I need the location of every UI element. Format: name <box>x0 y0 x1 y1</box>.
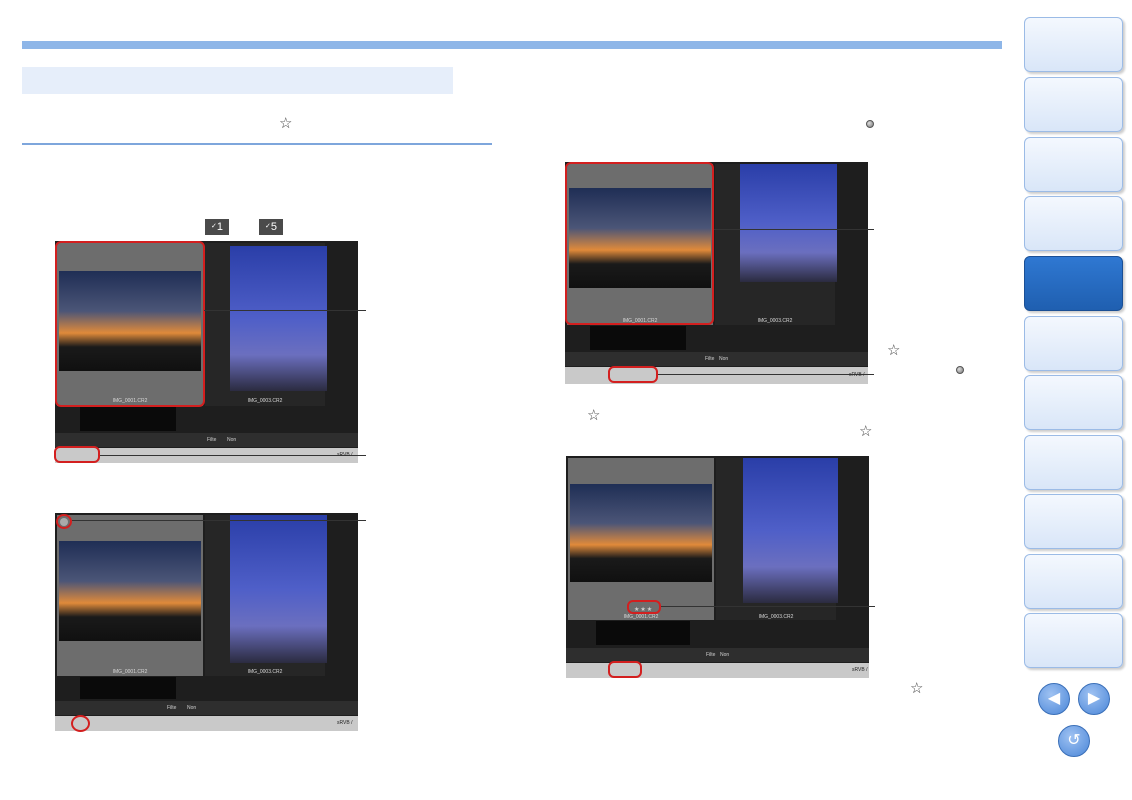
histogram <box>590 326 686 350</box>
toolbar-bottom: sRVB / <box>55 716 358 731</box>
nav-button[interactable] <box>1024 554 1123 609</box>
return-icon[interactable]: ↺ <box>1058 725 1090 757</box>
nav-button[interactable] <box>1024 494 1123 549</box>
leader-line <box>661 606 875 607</box>
file-name-label: IMG_0001.CR2 <box>623 614 659 620</box>
thumbnail-image-baobab <box>743 458 838 603</box>
leader-line <box>72 520 366 521</box>
arrow-right-icon[interactable]: ▶ <box>1078 683 1110 715</box>
section-title-box <box>22 67 453 94</box>
filter-value: Non <box>720 652 730 658</box>
filter-label: Filte <box>207 437 217 443</box>
nav-button[interactable] <box>1024 137 1123 192</box>
star-outline-icon: ☆ <box>910 680 924 697</box>
thumbnail[interactable]: IMG_0003.CR2 <box>716 458 838 620</box>
star-outline-icon: ☆ <box>859 423 873 440</box>
thumbnail[interactable]: IMG_0003.CR2 <box>715 164 837 325</box>
toolbar-top: Filte Non <box>565 352 868 366</box>
nav-button[interactable] <box>1024 77 1123 132</box>
key-badge-5: ✓5 <box>259 219 283 235</box>
color-space-label: sRVB / <box>852 667 868 673</box>
highlight-check-mark <box>56 514 72 529</box>
color-space-label: sRVB / <box>849 372 865 378</box>
leader-line <box>204 310 366 311</box>
nav-button[interactable] <box>1024 435 1123 490</box>
highlight-selected-thumbnail <box>55 241 205 407</box>
filter-value: Non <box>187 705 197 711</box>
filter-label: Filte <box>705 356 715 362</box>
section-rule <box>22 143 492 145</box>
rating-dot-icon <box>956 366 964 374</box>
key-badge-1: ✓1 <box>205 219 229 235</box>
nav-button[interactable] <box>1024 316 1123 371</box>
histogram <box>596 621 690 645</box>
thumbnail-selected[interactable]: IMG_0001.CR2 <box>57 515 203 676</box>
thumbnail-image-baobab <box>230 246 327 391</box>
arrow-left-icon[interactable]: ◀ <box>1038 683 1070 715</box>
histogram <box>80 677 176 699</box>
filter-value: Non <box>227 437 237 443</box>
thumbnail-image-baobab <box>740 164 837 282</box>
toolbar-top: Filte Non <box>55 433 358 447</box>
highlight-check-button <box>71 715 90 732</box>
highlight-rating-buttons <box>608 366 658 383</box>
nav-button[interactable] <box>1024 196 1123 251</box>
file-name-label: IMG_0003.CR2 <box>757 318 793 324</box>
thumbnail-image-sunset <box>59 541 201 641</box>
file-name-label: IMG_0001.CR2 <box>112 669 148 675</box>
leader-line <box>100 455 366 456</box>
highlight-selected-thumbnail <box>565 162 714 325</box>
thumbnail[interactable]: IMG_0003.CR2 <box>205 243 327 406</box>
toolbar-top: Filte Non <box>55 701 358 715</box>
filter-label: Filte <box>167 705 177 711</box>
toolbar-top: Filte Non <box>566 648 869 662</box>
nav-button[interactable] <box>1024 375 1123 430</box>
header-bar <box>22 41 1002 49</box>
histogram <box>80 407 176 431</box>
nav-button[interactable] <box>1024 613 1123 668</box>
filter-value: Non <box>719 356 729 362</box>
thumbnail-selected[interactable]: ★★★ IMG_0001.CR2 <box>568 458 714 620</box>
file-name-label: IMG_0003.CR2 <box>247 398 283 404</box>
screenshot-check-applied: IMG_0001.CR2 IMG_0003.CR2 Filte Non sRVB… <box>55 513 358 731</box>
filter-label: Filte <box>706 652 716 658</box>
highlight-check-buttons <box>54 446 100 463</box>
nav-button-active[interactable] <box>1024 256 1123 311</box>
screenshot-rating-applied: ★★★ IMG_0001.CR2 IMG_0003.CR2 Filte Non … <box>566 456 869 678</box>
nav-button[interactable] <box>1024 17 1123 72</box>
highlight-rating-buttons <box>608 661 642 678</box>
leader-line <box>658 374 874 375</box>
thumbnail-image-sunset <box>570 484 712 582</box>
star-outline-icon: ☆ <box>887 342 901 359</box>
highlight-rating-stars <box>627 600 661 614</box>
color-space-label: sRVB / <box>337 720 353 726</box>
star-outline-icon: ☆ <box>279 115 293 132</box>
thumbnail-image-baobab <box>230 515 327 663</box>
thumbnail[interactable]: IMG_0003.CR2 <box>205 515 327 676</box>
file-name-label: IMG_0003.CR2 <box>758 614 794 620</box>
star-outline-icon: ☆ <box>587 407 601 424</box>
file-name-label: IMG_0003.CR2 <box>247 669 283 675</box>
rating-dot-icon <box>866 120 874 128</box>
leader-line <box>714 229 874 230</box>
